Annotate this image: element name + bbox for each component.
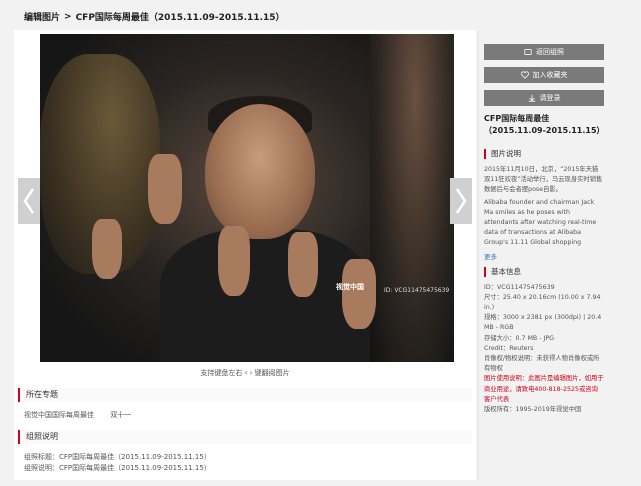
- main-photo[interactable]: 视觉中国 ID: VCG11475475639: [40, 34, 454, 362]
- photo-id-watermark: ID: VCG11475475639: [384, 287, 450, 294]
- photo-watermark: 视觉中国: [336, 283, 364, 291]
- login-label: 请登录: [539, 94, 561, 102]
- download-icon: [528, 94, 535, 102]
- breadcrumb-current: CFP国际每周最佳（2015.11.09-2015.11.15）: [75, 13, 285, 23]
- group-title: 组照标题：CFP国际每周最佳（2015.11.09-2015.11.15）: [24, 453, 211, 461]
- info-rights: 肖像权/物权说明：未获得人物肖像权或所有物权: [484, 355, 600, 373]
- image-panel: 视觉中国 ID: VCG11475475639 支持键盘左右 ‹ › 键翻阅图片…: [14, 30, 476, 480]
- info-copyright: 版权所有：1995-2019年视觉中国: [484, 406, 582, 414]
- caption-chinese: 2015年11月10日，北京，“2015年天猫双11狂欢夜”活动举行，马云现身实…: [484, 166, 603, 194]
- login-button[interactable]: 请登录: [484, 90, 604, 106]
- divider: [478, 30, 479, 480]
- keyboard-hint: 支持键盘左右 ‹ › 键翻阅图片: [200, 369, 290, 377]
- group-description: 组照说明：CFP国际每周最佳（2015.11.09-2015.11.15）: [24, 464, 211, 472]
- info-id: ID：VCG11475475639: [484, 283, 555, 291]
- back-to-group-button[interactable]: 返回组照: [484, 44, 604, 60]
- back-to-group-label: 返回组照: [536, 48, 564, 56]
- group-caption-heading: 组照说明: [18, 430, 472, 444]
- breadcrumb-separator: >: [64, 11, 72, 22]
- caption-english: Alibaba founder and chairman Jack Ma smi…: [484, 198, 597, 247]
- caption-heading: 图片说明: [484, 149, 604, 159]
- heart-icon: [520, 71, 529, 79]
- group-caption-section: 组照说明 组照标题：CFP国际每周最佳（2015.11.09-2015.11.1…: [18, 430, 472, 474]
- add-to-favorites-button[interactable]: 加入收藏夹: [484, 67, 604, 83]
- basic-info-heading: 基本信息: [484, 266, 604, 277]
- gallery-icon: [524, 49, 532, 55]
- topic-section: 所在专题 视觉中国国际每周最佳 双十一: [18, 388, 472, 421]
- info-credit: Credit：Reuters: [484, 344, 534, 352]
- topic-heading: 所在专题: [18, 388, 472, 402]
- sidebar: 返回组照 加入收藏夹 请登录 CFP国际每周最佳（2015.11.09-2015…: [484, 44, 605, 415]
- info-spec: 规格：3000 x 2381 px (300dpi) | 20.4 MB - R…: [484, 314, 602, 332]
- next-image-button[interactable]: [450, 178, 472, 224]
- previous-image-button[interactable]: [18, 178, 40, 224]
- breadcrumb: 编辑图片 > CFP国际每周最佳（2015.11.09-2015.11.15）: [24, 10, 285, 24]
- topic-link[interactable]: 视觉中国国际每周最佳: [24, 411, 94, 419]
- more-link[interactable]: 更多: [484, 251, 604, 261]
- add-to-favorites-label: 加入收藏夹: [532, 71, 568, 79]
- chevron-left-icon: [23, 188, 35, 214]
- info-usage: 图片使用说明：此图片是编辑图片，如用于商业用途，请致电400-818-2525或…: [484, 375, 604, 403]
- topic-link[interactable]: 双十一: [110, 411, 131, 419]
- image-title: CFP国际每周最佳（2015.11.09-2015.11.15）: [484, 114, 605, 135]
- breadcrumb-root-link[interactable]: 编辑图片: [24, 13, 60, 23]
- info-storage: 存储大小：0.7 MB - JPG: [484, 334, 555, 342]
- chevron-right-icon: [455, 188, 467, 214]
- info-size: 尺寸：25.40 x 20.16cm (10.00 x 7.94 in.): [484, 293, 601, 312]
